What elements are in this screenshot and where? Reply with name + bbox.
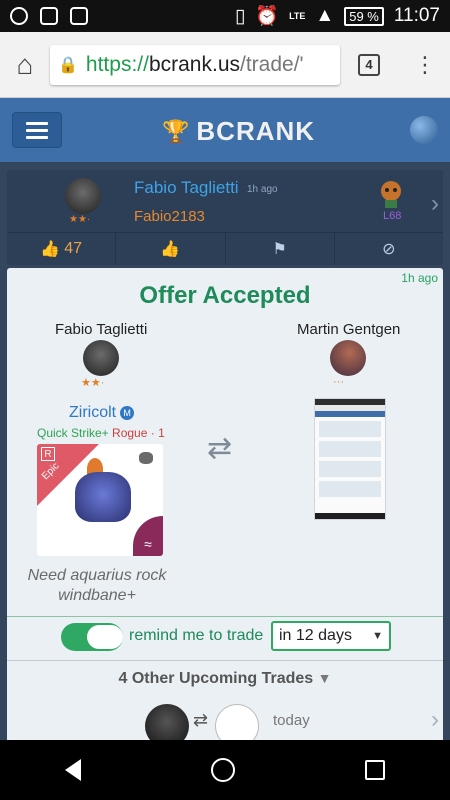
remind-toggle[interactable] (61, 623, 123, 651)
post-actions: 👍 47 👍 ⚑ ⊘ (7, 232, 443, 265)
offerer-avatar[interactable] (83, 340, 119, 376)
hamburger-menu-button[interactable] (12, 112, 62, 148)
url-path: /trade/' (240, 52, 304, 76)
monster-rogue: Rogue · 1 (112, 426, 165, 440)
rock-icon (139, 452, 153, 464)
block-icon: ⊘ (382, 241, 396, 258)
browser-toolbar: ⌂ 🔒 https://bcrank.us/trade/' 4 ⋮ (0, 32, 450, 98)
monster-card[interactable]: R Epic ≈ (37, 444, 163, 556)
gallery-icon (40, 7, 58, 25)
cat-app-icon (70, 7, 88, 25)
whatsapp-icon (10, 7, 28, 25)
monster-name[interactable]: Ziricolt M (69, 404, 135, 422)
like-button[interactable]: 👍 (116, 233, 226, 265)
chevron-right-icon[interactable]: › (431, 190, 439, 218)
divider (7, 660, 443, 661)
status-bar: ▯ ⏰ LTE ▲ 59 % 11:07 (0, 0, 450, 32)
offerer-rating-stars: ★★· (81, 377, 105, 389)
clock: 11:07 (393, 5, 440, 26)
rarity-badge: R (41, 447, 55, 461)
user-level: L68 (383, 210, 402, 222)
monster-skill: Quick Strike+ (37, 426, 109, 440)
upcoming-monster-avatar (145, 704, 189, 740)
user-rating-stars: ★★· (69, 214, 91, 225)
username[interactable]: Fabio2183 (134, 208, 205, 225)
back-icon[interactable] (65, 759, 81, 781)
post-time: 1h ago (247, 184, 278, 195)
battery-indicator: 59 % (344, 6, 384, 26)
dropdown-arrow-icon: ▼ (372, 630, 383, 642)
offer-status-title: Offer Accepted (139, 282, 311, 309)
upcoming-trade-row[interactable]: ⇄ today › (7, 700, 443, 740)
alarm-icon: ⏰ (255, 6, 280, 27)
likes-count[interactable]: 👍 47 (7, 233, 117, 265)
trophy-icon: 🏆 (162, 118, 191, 144)
user-display-name[interactable]: Fabio Taglietti (134, 178, 239, 198)
globe-icon[interactable] (410, 116, 438, 144)
signal-icon: ▲ (315, 5, 335, 26)
url-host: bcrank.us (148, 52, 240, 76)
thumbs-up-icon: 👍 (40, 241, 61, 258)
home-icon[interactable]: ⌂ (0, 49, 50, 81)
lock-icon: 🔒 (58, 56, 78, 74)
tab-switcher-button[interactable]: 4 (358, 53, 380, 76)
app-navbar: 🏆 BCRANK (0, 98, 450, 162)
offer-note: Need aquarius rock windbane+ (27, 567, 167, 604)
recent-apps-icon[interactable] (365, 760, 385, 780)
remind-interval-select[interactable]: in 12 days ▼ (271, 621, 391, 651)
remind-label: remind me to trade (129, 627, 264, 644)
thumbs-up-icon: 👍 (160, 241, 181, 258)
user-avatar[interactable] (65, 178, 101, 214)
url-scheme: https:// (85, 52, 149, 76)
swap-icon: ⇄ (207, 432, 233, 465)
flag-button[interactable]: ⚑ (226, 233, 335, 265)
receiver-rating-stars: ··· (333, 376, 344, 388)
upcoming-trades-header[interactable]: 4 Other Upcoming Trades ▼ (7, 670, 443, 688)
offer-card: 1h ago Offer Accepted Fabio Taglietti ★★… (7, 268, 443, 740)
caret-down-icon: ▼ (317, 670, 332, 686)
monster-badge-icon: M (120, 406, 135, 420)
wind-element-icon: ≈ (133, 516, 163, 556)
vibrate-icon: ▯ (234, 5, 246, 27)
flag-icon: ⚑ (272, 241, 287, 258)
url-bar[interactable]: 🔒 https://bcrank.us/trade/' (50, 44, 340, 85)
offerer-name[interactable]: Fabio Taglietti (55, 321, 147, 338)
trade-post-card[interactable]: ★★· Fabio Taglietti 1h ago Fabio2183 L68… (7, 170, 443, 265)
upcoming-screenshot-avatar (215, 704, 259, 740)
monster-skill-line: Quick Strike+ Rogue · 1 (37, 426, 165, 440)
home-circle-icon[interactable] (211, 758, 235, 782)
block-button[interactable]: ⊘ (335, 233, 443, 265)
receiver-name[interactable]: Martin Gentgen (297, 321, 400, 338)
system-navigation-bar (0, 740, 450, 800)
network-type: LTE (289, 11, 306, 21)
receiver-avatar[interactable] (330, 340, 366, 376)
monster-image (75, 472, 131, 522)
swap-icon: ⇄ (193, 710, 209, 730)
more-menu-icon[interactable]: ⋮ (414, 53, 436, 76)
app-content: 🏆 BCRANK ★★· Fabio Taglietti 1h ago Fabi… (0, 98, 450, 740)
chevron-right-icon[interactable]: › (431, 706, 439, 734)
app-logo[interactable]: 🏆 BCRANK (162, 116, 315, 147)
screenshot-thumbnail[interactable] (314, 398, 386, 520)
upcoming-trade-time: today (273, 712, 310, 729)
divider (7, 616, 443, 617)
monster-avatar-icon (381, 181, 401, 208)
